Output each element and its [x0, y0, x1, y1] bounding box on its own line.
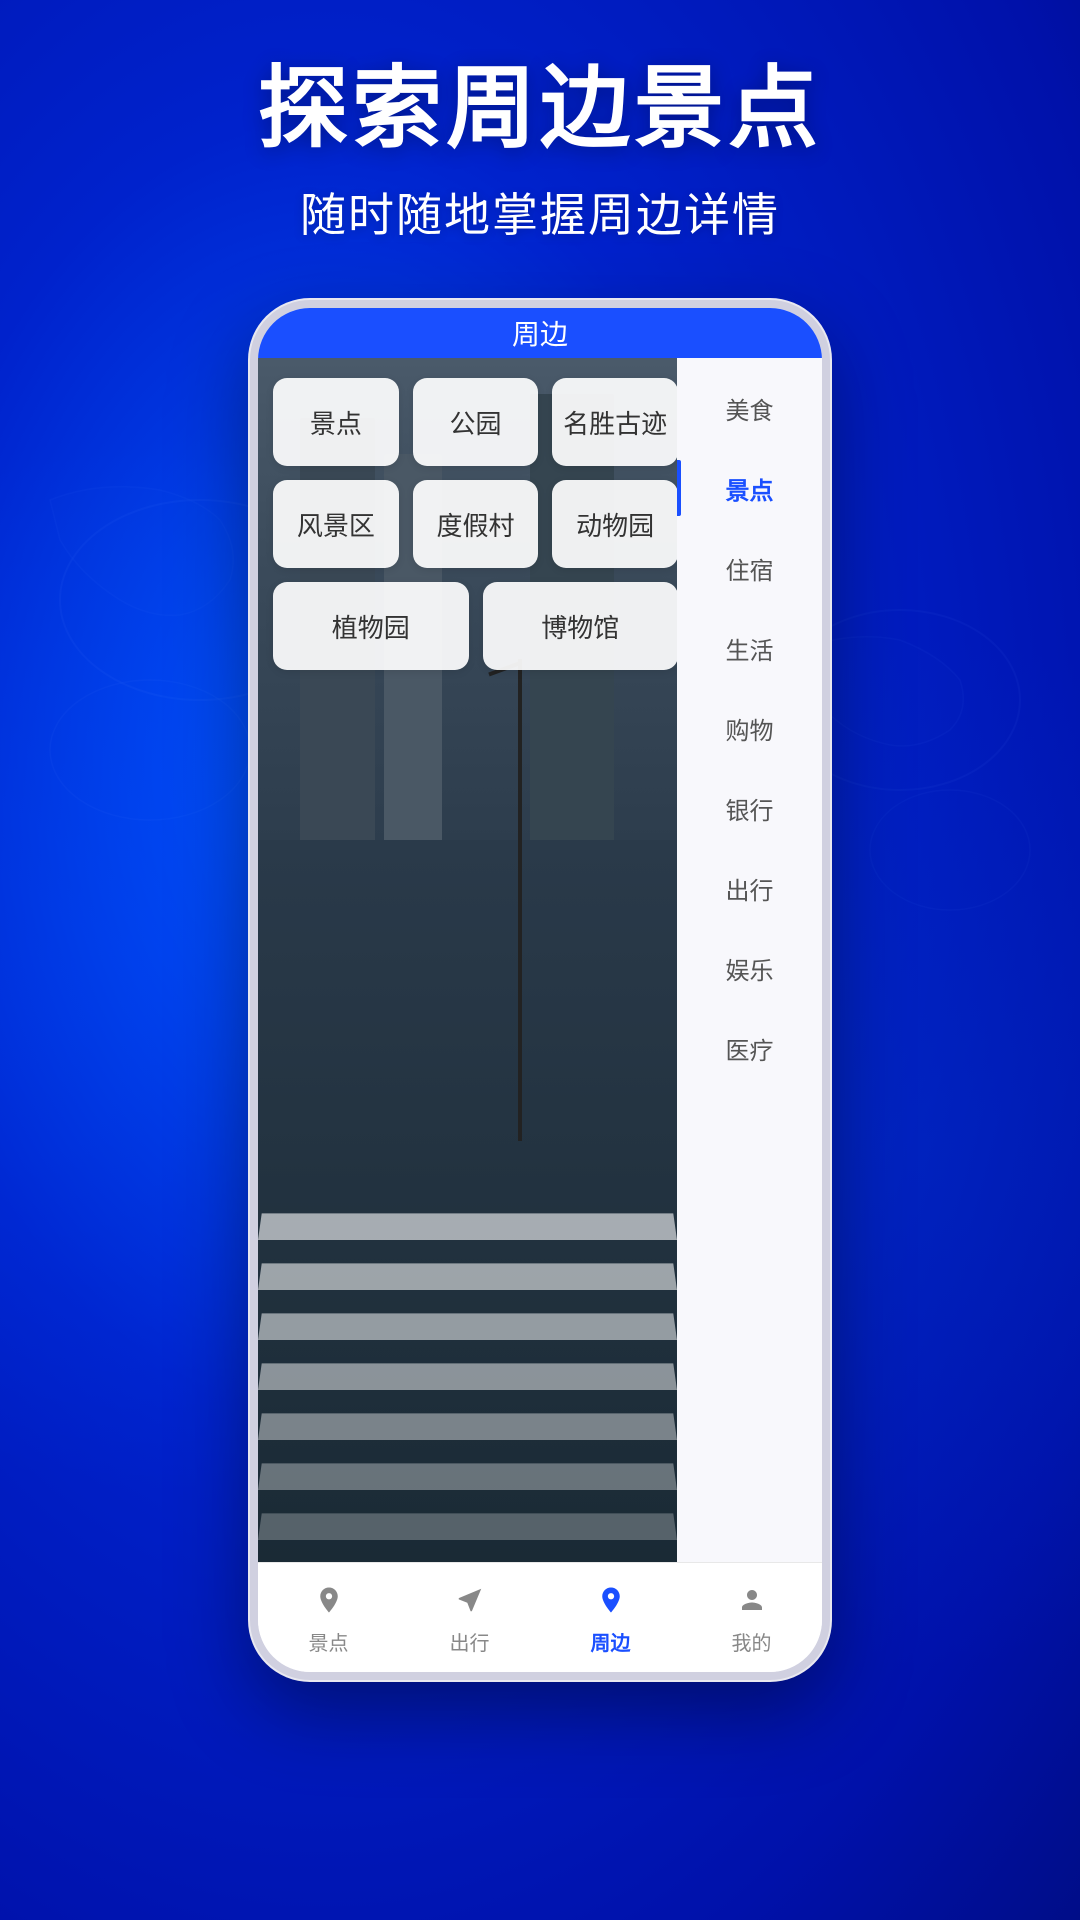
header-section: 探索周边景点 随时随地掌握周边详情 — [0, 60, 1080, 245]
side-menu-zhushu[interactable]: 住宿 — [677, 528, 822, 608]
app-subtitle: 随时随地掌握周边详情 — [0, 179, 1080, 245]
zhoubian-nav-icon — [590, 1579, 632, 1621]
nav-jingdian[interactable]: 景点 — [258, 1579, 399, 1656]
phone-header: 周边 — [258, 308, 822, 358]
side-menu-chuxing[interactable]: 出行 — [677, 848, 822, 928]
side-menu-shenghuo[interactable]: 生活 — [677, 608, 822, 688]
side-menu-yiliao-label: 医疗 — [726, 1031, 774, 1066]
side-menu-gouwu-label: 购物 — [726, 711, 774, 746]
bottom-navigation: 景点 出行 周边 — [258, 1562, 822, 1672]
side-menu-yule-label: 娱乐 — [726, 951, 774, 986]
nav-wode[interactable]: 我的 — [681, 1579, 822, 1656]
chuxing-nav-label: 出行 — [450, 1627, 490, 1656]
category-fengjingqu[interactable]: 风景区 — [273, 480, 399, 568]
grid-row-3: 植物园 博物馆 — [273, 582, 678, 670]
jingdian-nav-icon — [308, 1579, 350, 1621]
category-dongwuyuan[interactable]: 动物园 — [552, 480, 678, 568]
nav-zhoubian[interactable]: 周边 — [540, 1579, 681, 1656]
category-grid: 景点 公园 名胜古迹 风景区 度假村 动物园 植物园 博物馆 — [258, 358, 693, 1562]
side-menu-gouwu[interactable]: 购物 — [677, 688, 822, 768]
category-bowuguan[interactable]: 博物馆 — [483, 582, 679, 670]
side-menu-jingdian-label: 景点 — [726, 471, 774, 506]
wode-nav-label: 我的 — [732, 1627, 772, 1656]
side-menu-jingdian[interactable]: 景点 — [677, 448, 822, 528]
active-indicator — [677, 460, 681, 516]
phone-body: 景点 公园 名胜古迹 风景区 度假村 动物园 植物园 博物馆 美食 — [258, 358, 822, 1562]
side-menu-shenghuo-label: 生活 — [726, 631, 774, 666]
side-menu-yinhang[interactable]: 银行 — [677, 768, 822, 848]
phone-mockup: 周边 — [250, 300, 830, 1680]
side-menu-yule[interactable]: 娱乐 — [677, 928, 822, 1008]
side-menu-yiliao[interactable]: 医疗 — [677, 1008, 822, 1088]
jingdian-nav-label: 景点 — [309, 1627, 349, 1656]
category-dujiacun[interactable]: 度假村 — [413, 480, 539, 568]
wode-nav-icon — [731, 1579, 773, 1621]
side-menu-meishi[interactable]: 美食 — [677, 368, 822, 448]
side-menu: 美食 景点 住宿 生活 购物 银行 出行 娱乐 — [677, 358, 822, 1562]
category-mingsheng[interactable]: 名胜古迹 — [552, 378, 678, 466]
side-menu-yinhang-label: 银行 — [726, 791, 774, 826]
category-zhiwuyuan[interactable]: 植物园 — [273, 582, 469, 670]
category-jingdian[interactable]: 景点 — [273, 378, 399, 466]
side-menu-chuxing-label: 出行 — [726, 871, 774, 906]
grid-row-1: 景点 公园 名胜古迹 — [273, 378, 678, 466]
nav-chuxing[interactable]: 出行 — [399, 1579, 540, 1656]
chuxing-nav-icon — [449, 1579, 491, 1621]
screen-title: 周边 — [512, 313, 568, 353]
zhoubian-nav-label: 周边 — [591, 1627, 631, 1656]
side-menu-zhushu-label: 住宿 — [726, 551, 774, 586]
grid-row-2: 风景区 度假村 动物园 — [273, 480, 678, 568]
app-title: 探索周边景点 — [0, 60, 1080, 159]
side-menu-meishi-label: 美食 — [726, 391, 774, 426]
category-gongyuan[interactable]: 公园 — [413, 378, 539, 466]
